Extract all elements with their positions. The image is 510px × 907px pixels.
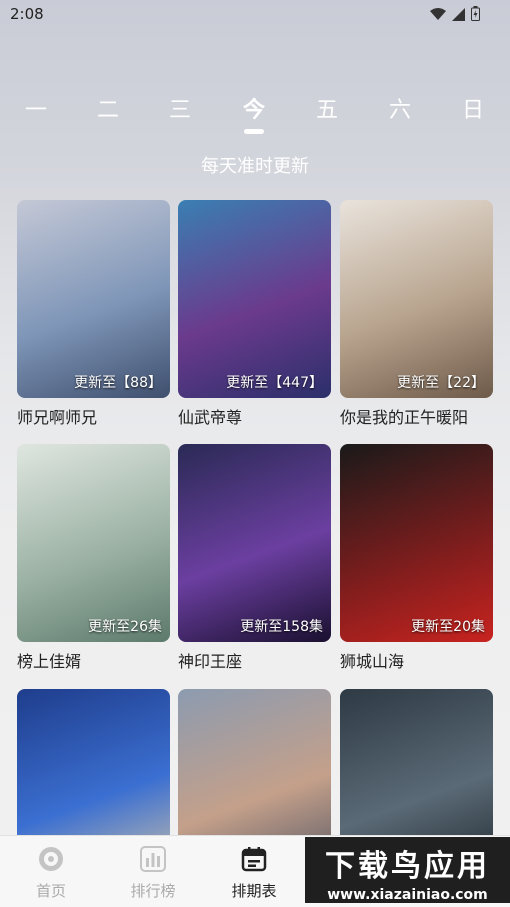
- day-tab-mon[interactable]: 一: [16, 92, 56, 124]
- signal-icon: [452, 6, 465, 25]
- tab-home[interactable]: 首页: [11, 846, 91, 901]
- show-poster[interactable]: 更新至【22】: [340, 200, 493, 398]
- day-tab-sun[interactable]: 日: [453, 92, 493, 124]
- show-title[interactable]: 你是我的正午暖阳: [340, 404, 493, 428]
- site-watermark: 下载鸟应用 www.xiazainiao.com: [305, 837, 510, 903]
- day-tab-fri[interactable]: 五: [307, 92, 347, 124]
- tab-label: 排行榜: [130, 882, 176, 900]
- show-title[interactable]: 神印王座: [178, 648, 331, 672]
- film-reel-icon: [38, 846, 64, 872]
- schedule-subtitle: 每天准时更新: [201, 156, 309, 177]
- day-tab-sat[interactable]: 六: [380, 92, 420, 124]
- show-title[interactable]: 师兄啊师兄: [17, 404, 170, 428]
- show-card[interactable]: 更新至【22】 你是我的正午暖阳: [340, 200, 493, 428]
- status-bar: 2:08: [0, 0, 510, 30]
- tab-label: 首页: [35, 882, 66, 900]
- show-card[interactable]: 更新至【447】 仙武帝尊: [178, 200, 331, 428]
- weekday-selector: 一 二 三 今 五 六 日: [0, 92, 510, 126]
- show-poster[interactable]: 更新至【447】: [178, 200, 331, 398]
- show-poster[interactable]: 更新至【88】: [17, 200, 170, 398]
- show-poster[interactable]: 更新至20集: [340, 444, 493, 642]
- bar-chart-icon: [140, 846, 166, 872]
- show-card[interactable]: 更新至【88】 师兄啊师兄: [17, 200, 170, 428]
- calendar-icon: [241, 846, 267, 872]
- show-card[interactable]: 更新至20集 狮城山海: [340, 444, 493, 672]
- day-tab-tue[interactable]: 二: [88, 92, 128, 124]
- update-badge: 更新至20集: [411, 619, 485, 635]
- update-badge: 更新至158集: [240, 619, 323, 635]
- day-tab-wed[interactable]: 三: [160, 92, 200, 124]
- show-title[interactable]: 仙武帝尊: [178, 404, 331, 428]
- tab-schedule[interactable]: 排期表: [214, 846, 294, 901]
- watermark-title: 下载鸟应用: [325, 849, 490, 884]
- battery-icon: [471, 6, 480, 25]
- status-icons: [430, 6, 480, 25]
- tab-ranking[interactable]: 排行榜: [113, 846, 193, 901]
- active-day-indicator: [244, 129, 264, 134]
- update-badge: 更新至【22】: [397, 375, 485, 391]
- update-badge: 更新至【88】: [74, 375, 162, 391]
- show-title[interactable]: 狮城山海: [340, 648, 493, 672]
- day-tab-today[interactable]: 今: [234, 92, 274, 124]
- show-title[interactable]: 榜上佳婿: [17, 648, 170, 672]
- show-card[interactable]: 更新至158集 神印王座: [178, 444, 331, 672]
- status-time: 2:08: [10, 5, 44, 23]
- tab-label: 排期表: [231, 882, 277, 900]
- show-poster[interactable]: 更新至26集: [17, 444, 170, 642]
- watermark-url: www.xiazainiao.com: [327, 887, 488, 903]
- update-badge: 更新至【447】: [226, 375, 323, 391]
- show-card[interactable]: 更新至26集 榜上佳婿: [17, 444, 170, 672]
- update-badge: 更新至26集: [88, 619, 162, 635]
- wifi-icon: [430, 6, 446, 25]
- show-poster[interactable]: 更新至158集: [178, 444, 331, 642]
